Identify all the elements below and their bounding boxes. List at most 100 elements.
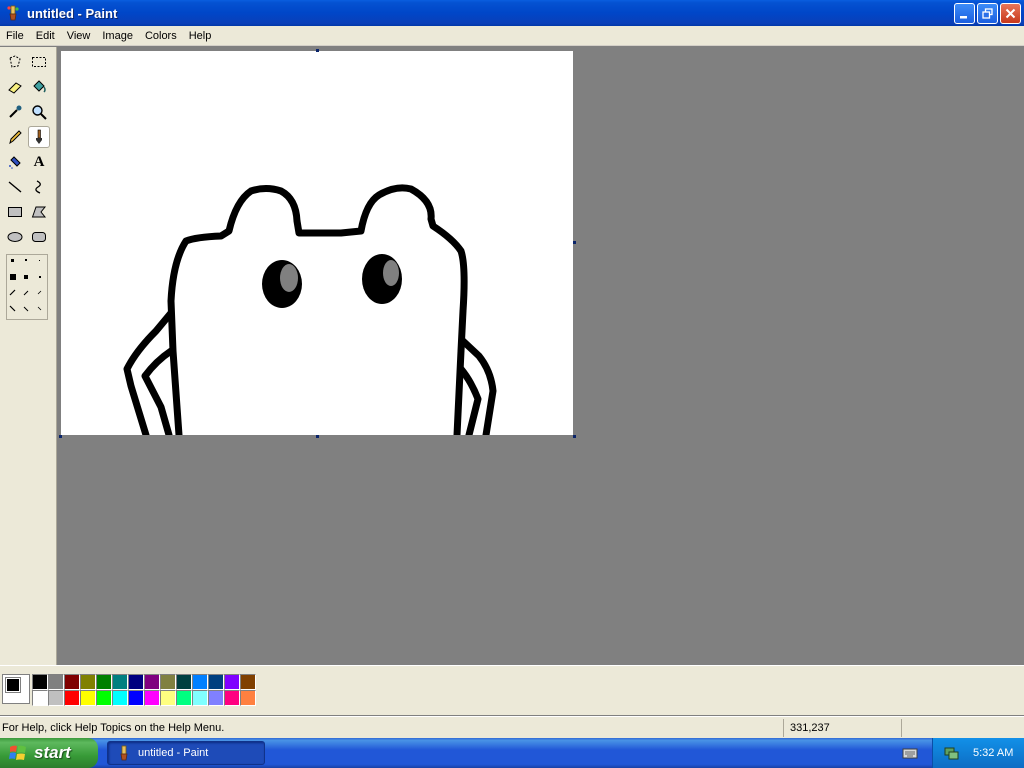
palette-swatch[interactable] [240,690,256,706]
resize-handle-bottom-left [59,435,62,438]
palette-swatch[interactable] [176,674,192,690]
start-button[interactable]: start [0,738,98,768]
tool-fill[interactable] [28,76,50,98]
status-bar: For Help, click Help Topics on the Help … [0,716,1024,738]
taskbar: start untitled - Paint 5:32 AM [0,738,1024,768]
taskbar-item-paint[interactable]: untitled - Paint [107,741,265,765]
rounded-rect-icon [32,232,46,242]
brush-shapes-icon [9,259,42,312]
tool-rounded-rectangle[interactable] [28,226,50,248]
resize-handle-top-middle[interactable] [316,49,319,52]
fill-bucket-icon [33,80,46,93]
paint-brush-icon [120,745,128,761]
palette-swatch[interactable] [240,674,256,690]
restore-button[interactable] [977,3,998,24]
tool-curve[interactable] [28,176,50,198]
tool-free-form-select[interactable] [4,51,26,73]
palette-swatch[interactable] [96,674,112,690]
menu-edit[interactable]: Edit [30,27,61,45]
toolbox: A [0,47,57,665]
foreground-color-swatch [5,677,21,693]
palette-swatch[interactable] [112,674,128,690]
frog-drawing [123,184,497,435]
brush-icon [36,129,42,144]
close-icon [1005,8,1016,19]
palette-swatch[interactable] [32,690,48,706]
tool-brush[interactable] [28,126,50,148]
brush-shape-options[interactable] [6,254,48,320]
tool-pencil[interactable] [4,126,26,148]
minimize-icon [960,16,967,19]
color-box [0,665,1024,715]
ellipse-icon [7,232,23,242]
close-button[interactable] [1000,3,1021,24]
palette-swatch[interactable] [80,690,96,706]
palette-swatch[interactable] [192,690,208,706]
palette-swatch[interactable] [48,690,64,706]
tool-select[interactable] [28,51,50,73]
palette-swatch[interactable] [112,690,128,706]
text-icon: A [33,153,45,170]
rectangle-icon [8,207,22,217]
minimize-button[interactable] [954,3,975,24]
menu-help[interactable]: Help [183,27,218,45]
tool-magnifier[interactable] [28,101,50,123]
palette-swatch[interactable] [80,674,96,690]
palette-swatch[interactable] [208,674,224,690]
status-selection-size [901,718,1024,737]
palette-swatch[interactable] [160,674,176,690]
palette-swatch[interactable] [192,674,208,690]
tool-text[interactable]: A [28,151,50,173]
status-help-text: For Help, click Help Topics on the Help … [2,721,225,734]
menu-file[interactable]: File [0,27,30,45]
taskbar-item-label: untitled - Paint [138,747,209,759]
current-colors[interactable] [2,674,30,704]
workspace [57,47,1024,665]
menu-image[interactable]: Image [96,27,139,45]
tool-eraser[interactable] [4,76,26,98]
menu-view[interactable]: View [61,27,97,45]
palette-swatch[interactable] [96,690,112,706]
title-bar[interactable]: untitled - Paint [0,0,1024,26]
magnifier-icon [32,105,47,120]
palette-swatch[interactable] [64,674,80,690]
palette-swatch[interactable] [144,674,160,690]
curve-icon [35,180,41,194]
palette-swatch[interactable] [144,690,160,706]
resize-handle-bottom-middle[interactable] [316,435,319,438]
resize-handle-bottom-right[interactable] [573,435,576,438]
menu-bar: File Edit View Image Colors Help [0,26,1024,46]
tool-polygon[interactable] [28,201,50,223]
clock[interactable]: 5:32 AM [973,747,1013,759]
drawing-canvas[interactable] [61,51,573,435]
palette-swatch[interactable] [128,690,144,706]
palette-swatch[interactable] [32,674,48,690]
line-icon [8,181,22,193]
keyboard-icon[interactable] [902,745,918,761]
palette-swatch[interactable] [48,674,64,690]
tool-rectangle[interactable] [4,201,26,223]
polygon-icon [31,206,47,218]
paint-brush-icon [7,5,19,21]
palette-swatch[interactable] [224,674,240,690]
palette-swatch[interactable] [160,690,176,706]
palette-swatch[interactable] [128,674,144,690]
status-coordinates: 331,237 [783,718,901,737]
tool-airbrush[interactable] [4,151,26,173]
tool-pick-color[interactable] [4,101,26,123]
menu-colors[interactable]: Colors [139,27,183,45]
window-title: untitled - Paint [27,5,118,21]
windows-logo-icon [9,745,26,760]
network-icon[interactable] [943,745,959,761]
palette-swatch[interactable] [224,690,240,706]
palette-swatch[interactable] [176,690,192,706]
rect-select-icon [32,57,46,67]
palette-swatch[interactable] [64,690,80,706]
palette-swatch[interactable] [208,690,224,706]
pencil-icon [9,130,22,145]
system-tray: 5:32 AM [932,738,1024,768]
resize-handle-right-middle[interactable] [573,241,576,244]
tool-ellipse[interactable] [4,226,26,248]
eraser-icon [8,82,22,94]
tool-line[interactable] [4,176,26,198]
